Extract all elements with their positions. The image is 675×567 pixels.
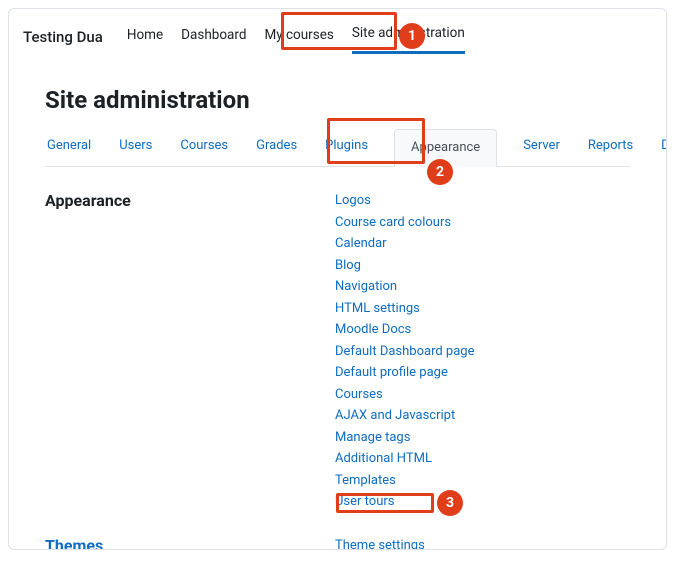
link-manage-tags[interactable]: Manage tags	[335, 428, 474, 448]
section-appearance: Appearance Logos Course card colours Cal…	[45, 191, 630, 512]
section-title-appearance: Appearance	[45, 191, 315, 512]
link-default-dashboard[interactable]: Default Dashboard page	[335, 342, 474, 362]
appearance-links: Logos Course card colours Calendar Blog …	[335, 191, 474, 512]
link-default-profile[interactable]: Default profile page	[335, 363, 474, 383]
nav-site-administration[interactable]: Site administration	[352, 19, 465, 54]
nav-my-courses[interactable]: My courses	[264, 21, 333, 53]
section-title-themes[interactable]: Themes	[45, 536, 315, 551]
link-navigation[interactable]: Navigation	[335, 277, 474, 297]
tab-appearance[interactable]: Appearance	[394, 129, 497, 167]
themes-links: Theme settings Theme selector Boost Clas…	[335, 536, 425, 551]
link-calendar[interactable]: Calendar	[335, 234, 474, 254]
link-theme-settings[interactable]: Theme settings	[335, 536, 425, 551]
nav-dashboard[interactable]: Dashboard	[181, 21, 246, 53]
link-moodle-docs[interactable]: Moodle Docs	[335, 320, 474, 340]
tab-grades[interactable]: Grades	[254, 128, 299, 166]
link-html-settings[interactable]: HTML settings	[335, 299, 474, 319]
tab-reports[interactable]: Reports	[586, 128, 635, 166]
link-ajax-js[interactable]: AJAX and Javascript	[335, 406, 474, 426]
link-additional-html[interactable]: Additional HTML	[335, 449, 474, 469]
link-courses[interactable]: Courses	[335, 385, 474, 405]
content-area: Site administration General Users Course…	[9, 64, 666, 550]
tab-server[interactable]: Server	[521, 128, 562, 166]
tab-courses[interactable]: Courses	[178, 128, 230, 166]
tab-users[interactable]: Users	[117, 128, 154, 166]
link-course-card-colours[interactable]: Course card colours	[335, 213, 474, 233]
admin-tabs: General Users Courses Grades Plugins App…	[45, 128, 630, 167]
top-nav: Testing Dua Home Dashboard My courses Si…	[9, 9, 666, 64]
tab-plugins[interactable]: Plugins	[323, 128, 370, 166]
link-user-tours[interactable]: User tours	[335, 492, 474, 512]
link-blog[interactable]: Blog	[335, 256, 474, 276]
site-brand: Testing Dua	[23, 28, 103, 46]
tab-general[interactable]: General	[45, 128, 93, 166]
page-title: Site administration	[45, 86, 630, 114]
link-templates[interactable]: Templates	[335, 471, 474, 491]
tab-development[interactable]: Development	[659, 128, 667, 166]
nav-home[interactable]: Home	[127, 21, 163, 53]
link-logos[interactable]: Logos	[335, 191, 474, 211]
section-themes: Themes Theme settings Theme selector Boo…	[45, 536, 630, 551]
page-card: Testing Dua Home Dashboard My courses Si…	[8, 8, 667, 550]
